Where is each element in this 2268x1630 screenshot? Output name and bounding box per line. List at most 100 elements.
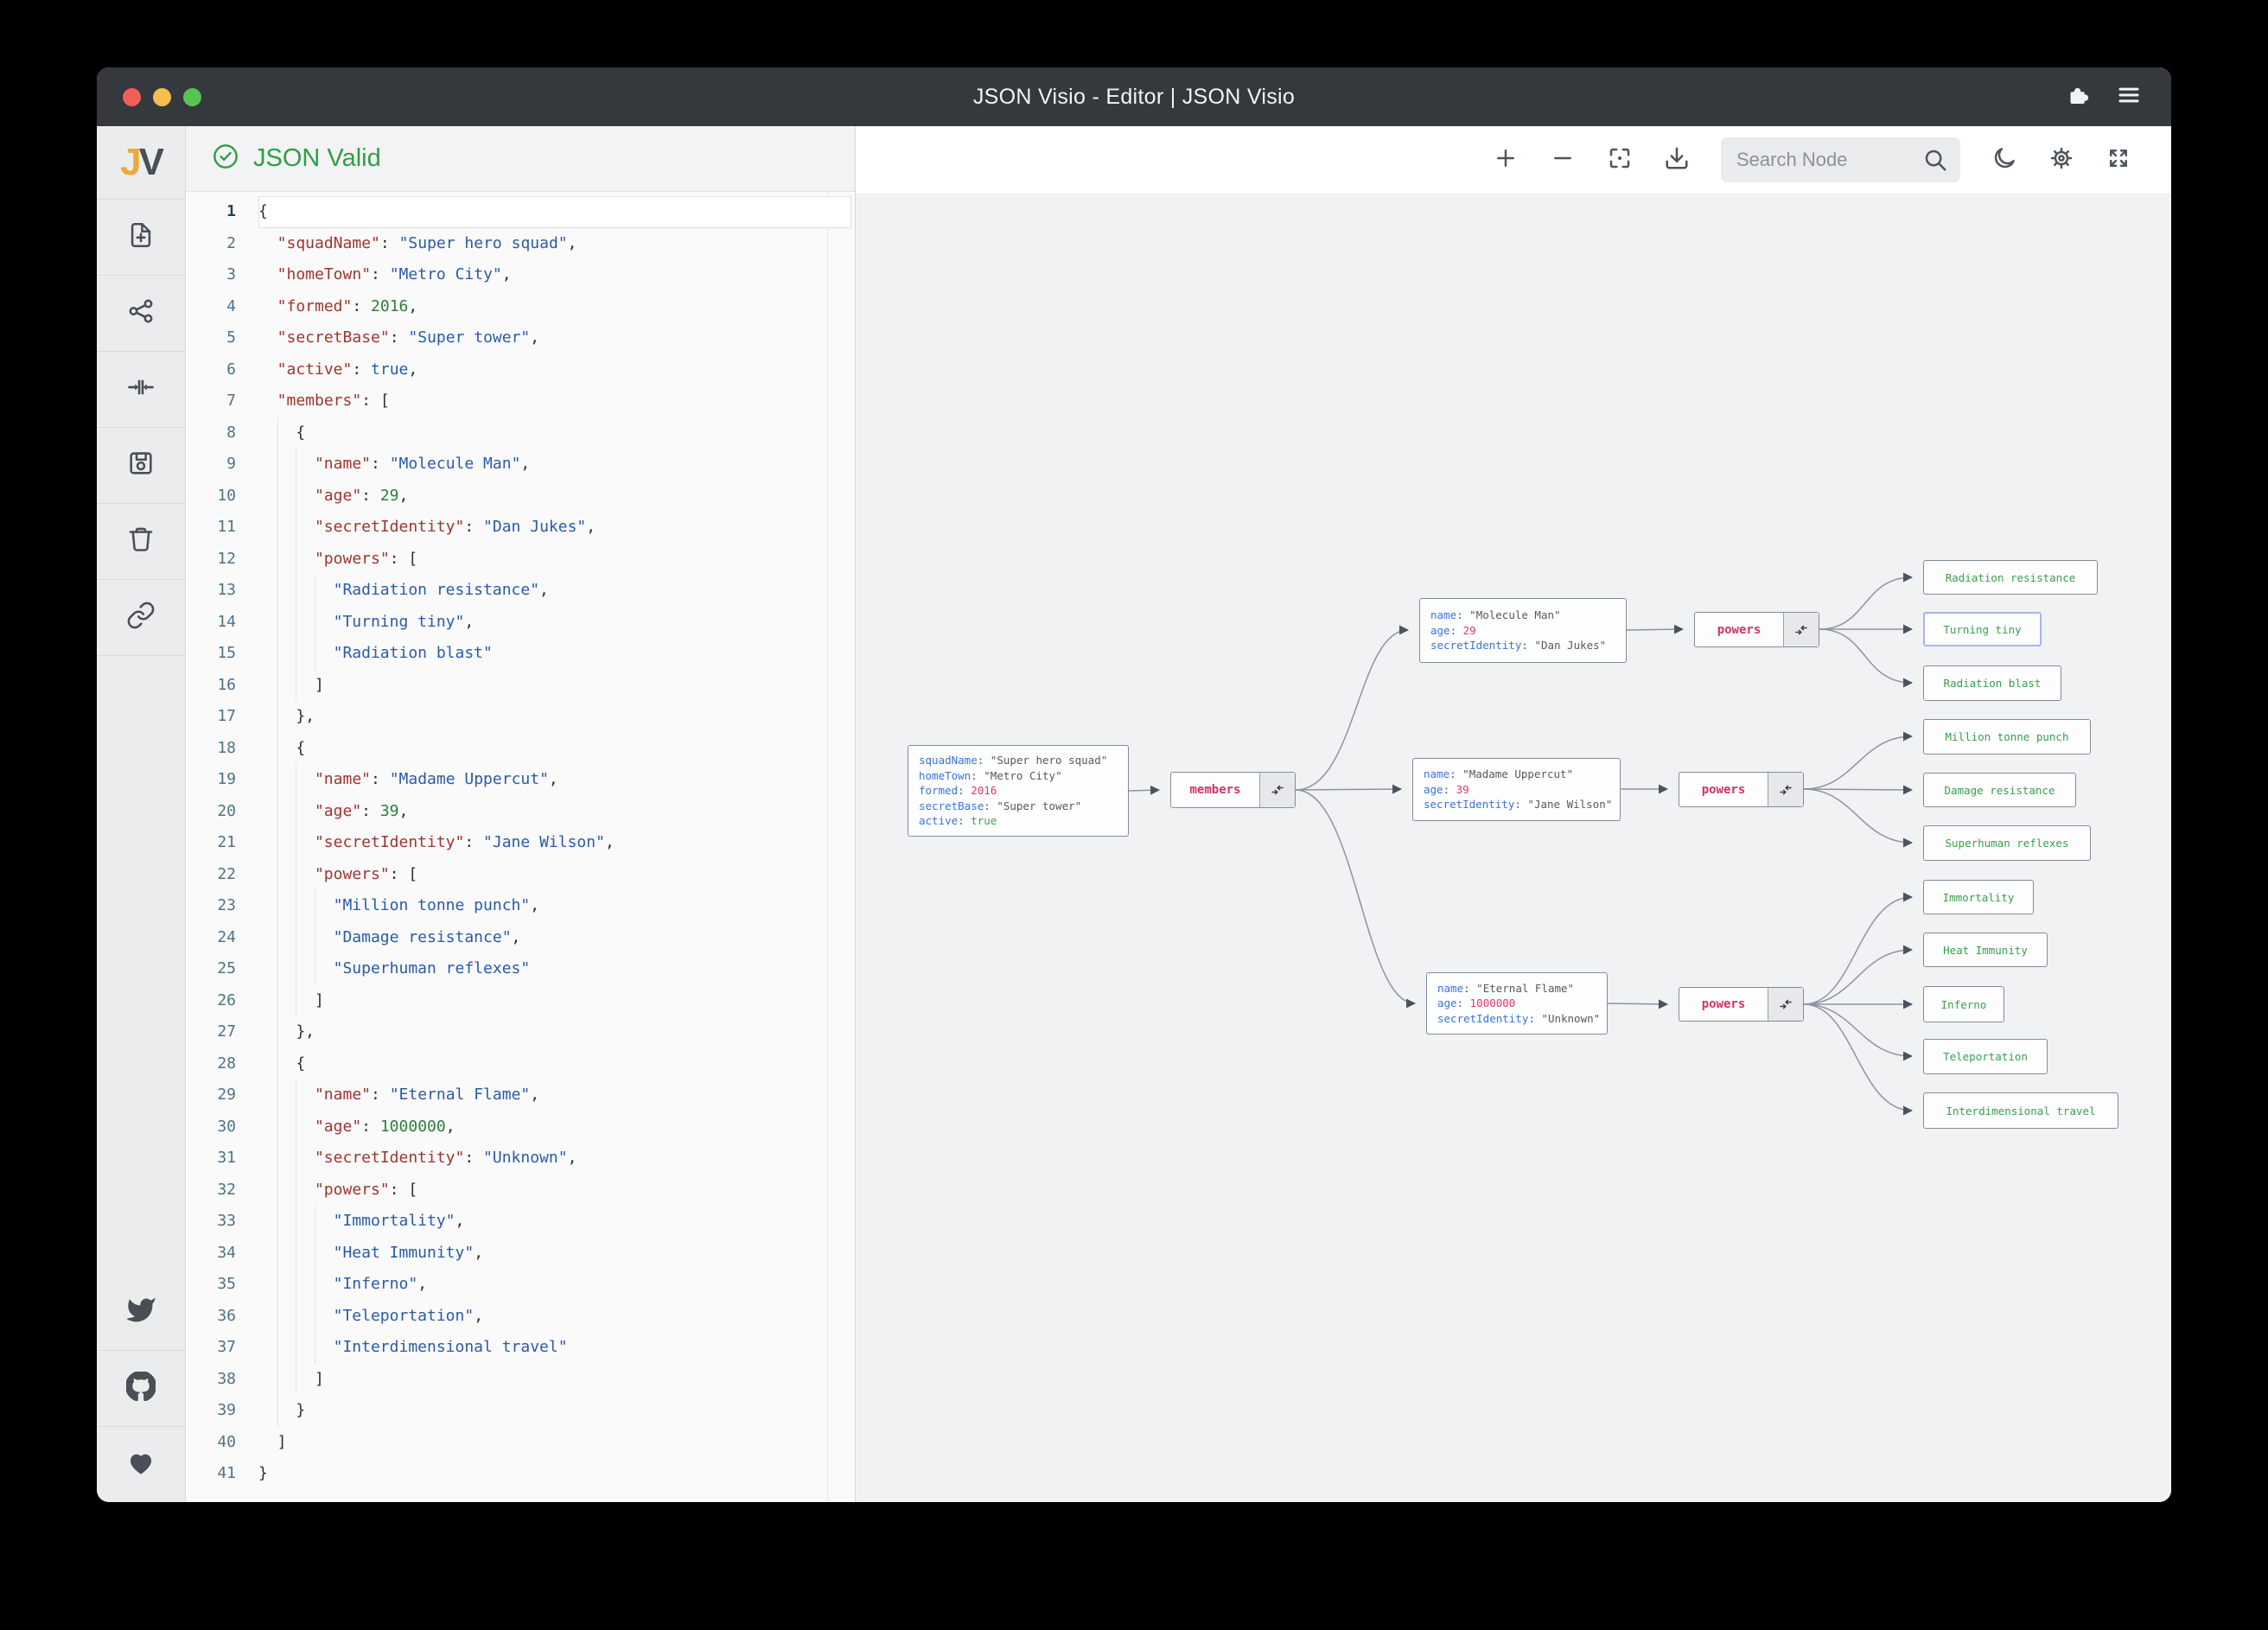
- node-member-madame-uppercut[interactable]: name: "Madame Uppercut" age: 39 secretIden…: [1412, 758, 1621, 821]
- line-content[interactable]: ]: [258, 1427, 851, 1459]
- leaf-node[interactable]: Immortality: [1923, 880, 2034, 914]
- code-line[interactable]: 6 "active": true,: [186, 354, 855, 386]
- code-editor[interactable]: 1{2 "squadName": "Super hero squad", 3 "hom…: [186, 192, 855, 1502]
- line-content[interactable]: ]: [258, 669, 851, 701]
- save-button[interactable]: [97, 428, 185, 504]
- twitter-link[interactable]: [97, 1275, 185, 1351]
- line-content[interactable]: "secretIdentity": "Unknown",: [258, 1143, 851, 1175]
- node-powers-array-3[interactable]: powers: [1679, 987, 1804, 1022]
- code-line[interactable]: 27},: [186, 1016, 855, 1048]
- line-content[interactable]: "powers": [: [258, 858, 851, 890]
- focus-view-button[interactable]: [1607, 145, 1633, 175]
- share-button[interactable]: [97, 276, 185, 352]
- line-content[interactable]: "age": 39,: [258, 795, 851, 827]
- zoom-out-button[interactable]: [1550, 145, 1576, 175]
- code-line[interactable]: 37 "Interdimensional travel": [186, 1332, 855, 1364]
- line-content[interactable]: {: [258, 1047, 851, 1079]
- code-line[interactable]: 4 "formed": 2016,: [186, 291, 855, 323]
- line-content[interactable]: "Superhuman reflexes": [258, 953, 851, 985]
- delete-button[interactable]: [97, 504, 185, 580]
- fullscreen-button[interactable]: [2106, 145, 2131, 175]
- line-content[interactable]: "name": "Eternal Flame",: [258, 1079, 851, 1111]
- new-file-button[interactable]: [97, 200, 185, 276]
- line-content[interactable]: "powers": [: [258, 1174, 851, 1206]
- code-line[interactable]: 28 {: [186, 1047, 855, 1079]
- code-line[interactable]: 38]: [186, 1363, 855, 1395]
- github-link[interactable]: [97, 1351, 185, 1427]
- code-line[interactable]: 1{: [186, 196, 855, 228]
- leaf-node[interactable]: Interdimensional travel: [1923, 1092, 2118, 1129]
- node-powers-array-1[interactable]: powers: [1694, 612, 1819, 647]
- line-content[interactable]: "members": [: [258, 385, 851, 417]
- collapse-members-button[interactable]: [1259, 773, 1295, 807]
- line-content[interactable]: "secretIdentity": "Dan Jukes",: [258, 512, 851, 544]
- node-member-molecule-man[interactable]: name: "Molecule Man" age: 29 secretIdentit…: [1419, 598, 1627, 663]
- code-line[interactable]: 39}: [186, 1395, 855, 1427]
- line-content[interactable]: "Immortality",: [258, 1206, 851, 1238]
- line-content[interactable]: "secretIdentity": "Jane Wilson",: [258, 827, 851, 859]
- code-line[interactable]: 25 "Superhuman reflexes": [186, 953, 855, 985]
- graph-canvas[interactable]: squadName: "Super hero squad" homeTown: "…: [856, 194, 2171, 1502]
- leaf-node[interactable]: Damage resistance: [1923, 773, 2076, 807]
- line-content[interactable]: "Heat Immunity",: [258, 1237, 851, 1269]
- settings-button[interactable]: [2048, 145, 2074, 175]
- leaf-node[interactable]: Radiation blast: [1923, 665, 2061, 701]
- close-window-button[interactable]: [123, 87, 141, 106]
- node-root-object[interactable]: squadName: "Super hero squad" homeTown: "…: [908, 745, 1129, 837]
- sponsor-link[interactable]: [97, 1427, 185, 1502]
- code-line[interactable]: 32 "powers": [: [186, 1174, 855, 1206]
- code-line[interactable]: 31 "secretIdentity": "Unknown",: [186, 1143, 855, 1175]
- code-line[interactable]: 9 "name": "Molecule Man",: [186, 449, 855, 481]
- code-line[interactable]: 34 "Heat Immunity",: [186, 1237, 855, 1269]
- share-link-button[interactable]: [97, 580, 185, 656]
- line-content[interactable]: "name": "Madame Uppercut",: [258, 764, 851, 796]
- dark-mode-toggle[interactable]: [1991, 145, 2017, 175]
- line-content[interactable]: "Teleportation",: [258, 1300, 851, 1332]
- code-line[interactable]: 12 "powers": [: [186, 543, 855, 575]
- code-line[interactable]: 23 "Million tonne punch",: [186, 890, 855, 922]
- node-member-eternal-flame[interactable]: name: "Eternal Flame" age: 1000000 secretI…: [1426, 972, 1608, 1035]
- minimize-window-button[interactable]: [153, 87, 171, 106]
- line-content[interactable]: ]: [258, 984, 851, 1016]
- code-line[interactable]: 5 "secretBase": "Super tower",: [186, 322, 855, 354]
- code-line[interactable]: 11 "secretIdentity": "Dan Jukes",: [186, 512, 855, 544]
- line-content[interactable]: "Million tonne punch",: [258, 890, 851, 922]
- leaf-node[interactable]: Superhuman reflexes: [1923, 825, 2091, 861]
- code-line[interactable]: 20 "age": 39,: [186, 795, 855, 827]
- leaf-node[interactable]: Inferno: [1923, 986, 2004, 1022]
- code-line[interactable]: 35 "Inferno",: [186, 1269, 855, 1301]
- code-line[interactable]: 22 "powers": [: [186, 858, 855, 890]
- line-content[interactable]: "Turning tiny",: [258, 606, 851, 638]
- code-line[interactable]: 2 "squadName": "Super hero squad",: [186, 228, 855, 260]
- code-line[interactable]: 24 "Damage resistance",: [186, 921, 855, 953]
- code-line[interactable]: 21 "secretIdentity": "Jane Wilson",: [186, 827, 855, 859]
- code-line[interactable]: 17},: [186, 701, 855, 733]
- code-line[interactable]: 19 "name": "Madame Uppercut",: [186, 764, 855, 796]
- line-content[interactable]: "powers": [: [258, 543, 851, 575]
- leaf-node[interactable]: Heat Immunity: [1923, 933, 2048, 967]
- code-line[interactable]: 33 "Immortality",: [186, 1206, 855, 1238]
- code-line[interactable]: 7 "members": [: [186, 385, 855, 417]
- code-line[interactable]: 36 "Teleportation",: [186, 1300, 855, 1332]
- line-content[interactable]: "age": 29,: [258, 480, 851, 512]
- code-line[interactable]: 13 "Radiation resistance",: [186, 575, 855, 607]
- app-logo[interactable]: JV: [97, 126, 185, 200]
- line-content[interactable]: "secretBase": "Super tower",: [258, 322, 851, 354]
- line-content[interactable]: "Interdimensional travel": [258, 1332, 851, 1364]
- leaf-node-selected[interactable]: Turning tiny: [1923, 612, 2042, 646]
- code-line[interactable]: 30 "age": 1000000,: [186, 1111, 855, 1143]
- leaf-node[interactable]: Teleportation: [1923, 1039, 2048, 1074]
- line-content[interactable]: "squadName": "Super hero squad",: [258, 228, 851, 260]
- zoom-in-button[interactable]: [1493, 145, 1519, 175]
- node-members-array[interactable]: members: [1170, 772, 1296, 808]
- code-line[interactable]: 26]: [186, 984, 855, 1016]
- code-line[interactable]: 18 {: [186, 732, 855, 764]
- extension-icon[interactable]: [2064, 82, 2090, 112]
- code-line[interactable]: 3 "homeTown": "Metro City",: [186, 259, 855, 291]
- code-line[interactable]: 10 "age": 29,: [186, 480, 855, 512]
- line-content[interactable]: {: [258, 196, 851, 228]
- code-line[interactable]: 29 "name": "Eternal Flame",: [186, 1079, 855, 1111]
- code-line[interactable]: 14 "Turning tiny",: [186, 606, 855, 638]
- line-content[interactable]: },: [258, 1016, 851, 1048]
- collapse-powers-3-button[interactable]: [1768, 988, 1803, 1021]
